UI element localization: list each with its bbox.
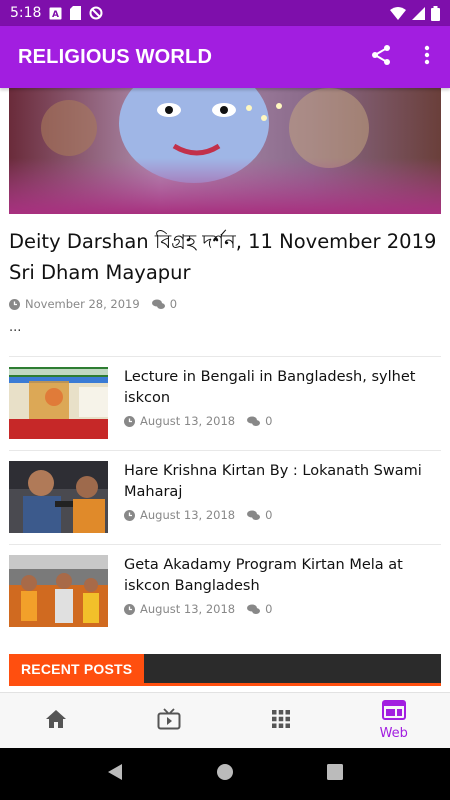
- recent-posts-label: RECENT POSTS: [9, 654, 145, 683]
- share-icon: [370, 44, 392, 70]
- post-date: August 13, 2018: [140, 414, 236, 428]
- post-thumbnail[interactable]: [9, 461, 108, 533]
- post-thumbnail[interactable]: [9, 367, 108, 439]
- post-meta: August 13, 2018 0: [124, 414, 272, 428]
- featured-image[interactable]: [9, 88, 441, 214]
- system-navigation-bar: [0, 748, 450, 800]
- grid-icon: [272, 709, 291, 732]
- featured-post-meta: November 28, 2019 0: [9, 297, 177, 311]
- recents-icon[interactable]: [327, 764, 344, 784]
- status-bar: 5:18 A: [0, 0, 450, 26]
- more-options-button[interactable]: [404, 34, 450, 80]
- clock-icon: [124, 509, 135, 521]
- post-title[interactable]: Lecture in Bengali in Bangladesh, sylhet…: [124, 367, 441, 409]
- post-feed[interactable]: Deity Darshan বিগ্রহ দর্শন, 11 November …: [0, 88, 450, 692]
- post-title[interactable]: Geta Akadamy Program Kirtan Mela at iskc…: [124, 555, 441, 597]
- more-vert-icon: [424, 45, 430, 69]
- nav-grid[interactable]: [225, 693, 338, 748]
- app-bar: RELIGIOUS WORLD: [0, 26, 450, 88]
- featured-excerpt: ...: [9, 320, 22, 335]
- divider: [9, 544, 441, 545]
- post-thumbnail[interactable]: [9, 555, 108, 627]
- back-icon[interactable]: [107, 763, 123, 785]
- comments-icon: [247, 510, 261, 521]
- post-date: November 28, 2019: [25, 297, 140, 311]
- no-disturb-icon: [89, 6, 103, 20]
- comments-icon: [247, 416, 261, 427]
- list-item[interactable]: Lecture in Bengali in Bangladesh, sylhet…: [9, 367, 441, 439]
- tv-icon: [157, 707, 181, 734]
- nav-web-label: Web: [379, 726, 408, 741]
- post-date: August 13, 2018: [140, 508, 236, 522]
- post-date: August 13, 2018: [140, 602, 236, 616]
- clock-icon: [9, 298, 20, 310]
- list-item[interactable]: Geta Akadamy Program Kirtan Mela at iskc…: [9, 555, 441, 627]
- nav-web[interactable]: Web: [338, 693, 450, 748]
- post-meta: August 13, 2018 0: [124, 508, 272, 522]
- divider: [9, 450, 441, 451]
- divider: [9, 356, 441, 357]
- post-meta: August 13, 2018 0: [124, 602, 272, 616]
- bottom-navigation: Web: [0, 692, 450, 748]
- status-time: 5:18: [10, 5, 42, 21]
- share-button[interactable]: [358, 34, 404, 80]
- battery-icon: [431, 5, 440, 21]
- notification-a-icon: A: [49, 7, 62, 20]
- comment-count: 0: [265, 414, 273, 428]
- nav-tv[interactable]: [113, 693, 226, 748]
- web-icon: [381, 700, 406, 724]
- home-icon: [45, 709, 67, 733]
- home-circle-icon[interactable]: [216, 763, 234, 785]
- signal-icon: [412, 6, 425, 20]
- comments-icon: [247, 604, 261, 615]
- post-title[interactable]: Hare Krishna Kirtan By : Lokanath Swami …: [124, 461, 441, 503]
- comment-count: 0: [265, 508, 273, 522]
- comment-count: 0: [265, 602, 273, 616]
- comment-count: 0: [169, 297, 178, 311]
- list-item[interactable]: Hare Krishna Kirtan By : Lokanath Swami …: [9, 461, 441, 533]
- nav-home[interactable]: [0, 693, 113, 748]
- comments-icon: [151, 299, 165, 310]
- featured-post-title[interactable]: Deity Darshan বিগ্রহ দর্শন, 11 November …: [9, 226, 441, 288]
- recent-posts-header: RECENT POSTS: [9, 654, 441, 686]
- svg-text:A: A: [52, 10, 59, 20]
- clock-icon: [124, 415, 135, 427]
- wifi-icon: [390, 6, 406, 20]
- sd-card-icon: [70, 6, 82, 20]
- app-title: RELIGIOUS WORLD: [18, 45, 213, 68]
- clock-icon: [124, 603, 135, 615]
